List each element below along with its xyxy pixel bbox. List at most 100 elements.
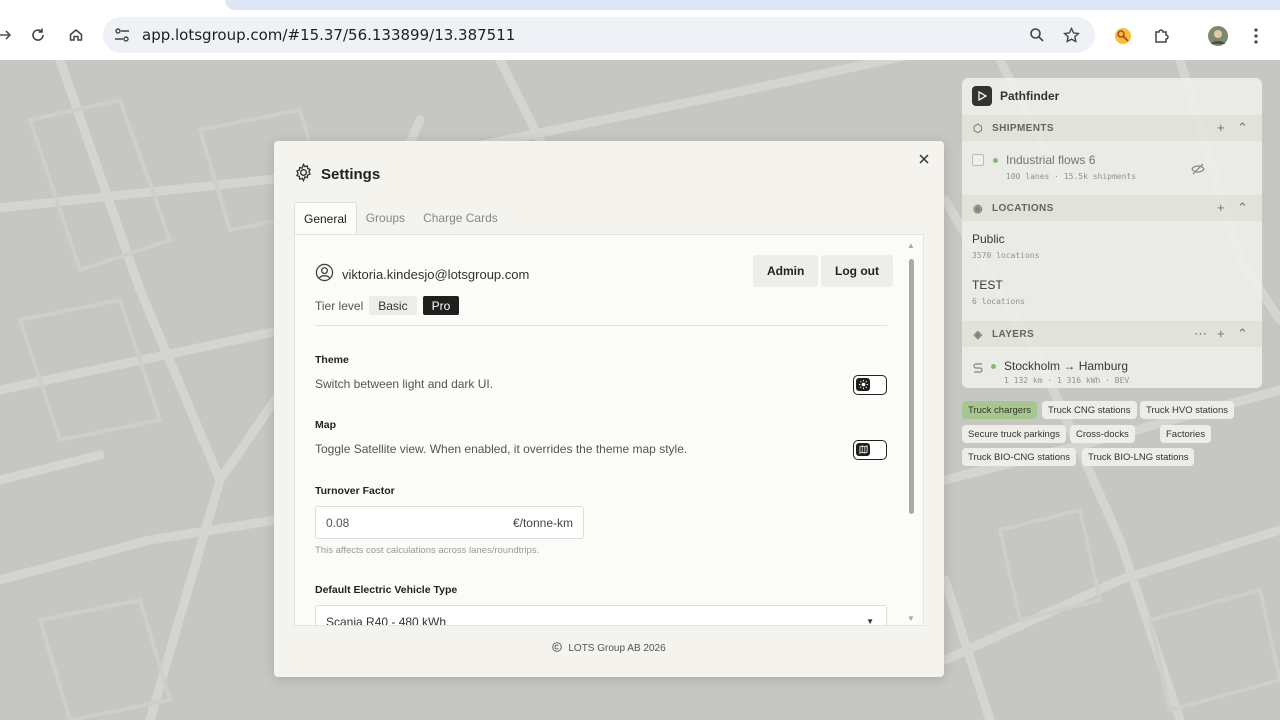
more-icon[interactable]: ⋯ <box>1194 326 1207 342</box>
chip-truck-chargers[interactable]: Truck chargers <box>962 401 1037 419</box>
tab-groups[interactable]: Groups <box>357 202 414 234</box>
tab-strip <box>0 0 1280 10</box>
location-subtitle: 3570 locations <box>972 251 1040 260</box>
theme-label: Theme <box>315 354 349 366</box>
chip-secure-parkings[interactable]: Secure truck parkings <box>962 425 1066 443</box>
scroll-up-icon[interactable]: ▲ <box>907 241 915 250</box>
extension-badge-icon[interactable] <box>1111 24 1135 48</box>
shipment-title[interactable]: Industrial flows 6 <box>1006 153 1095 167</box>
theme-description: Switch between light and dark UI. <box>315 377 494 391</box>
chip-bio-cng[interactable]: Truck BIO-CNG stations <box>962 448 1077 466</box>
layers-icon: ◈ <box>973 328 983 341</box>
browser-toolbar: app.lotsgroup.com/#15.37/56.133899/13.38… <box>0 10 1280 60</box>
sun-icon <box>856 378 870 391</box>
section-header-locations[interactable]: ◉ LOCATIONS + ⌃ <box>962 195 1262 221</box>
general-tab-content[interactable]: viktoria.kindesjo@lotsgroup.com Admin Lo… <box>294 234 924 626</box>
map-icon <box>856 443 870 456</box>
turnover-value[interactable]: 0.08 <box>326 516 349 530</box>
scroll-down-icon[interactable]: ▼ <box>907 614 915 623</box>
status-dot <box>993 158 998 163</box>
turnover-hint: This affects cost calculations across la… <box>315 545 540 556</box>
settings-tabs: General Groups Charge Cards <box>294 202 507 234</box>
logout-button[interactable]: Log out <box>821 255 893 287</box>
gear-icon <box>294 162 313 186</box>
section-title: LAYERS <box>992 328 1035 340</box>
tier-pro-option[interactable]: Pro <box>422 296 460 315</box>
chevron-up-icon[interactable]: ⌃ <box>1237 120 1248 136</box>
chevron-down-icon[interactable]: ▼ <box>866 617 874 625</box>
add-icon[interactable]: + <box>1217 120 1225 135</box>
tier-basic-option[interactable]: Basic <box>369 296 417 315</box>
turnover-unit: €/tonne-km <box>512 516 573 530</box>
section-title: SHIPMENTS <box>992 122 1054 134</box>
modal-header: Settings <box>294 162 381 186</box>
url-text[interactable]: app.lotsgroup.com/#15.37/56.133899/13.38… <box>142 26 515 44</box>
turnover-label: Turnover Factor <box>315 485 395 497</box>
tier-level: Tier level Basic Pro <box>315 296 460 315</box>
puzzle-icon[interactable] <box>1150 24 1174 48</box>
theme-toggle[interactable] <box>853 375 887 395</box>
chip-truck-hvo[interactable]: Truck HVO stations <box>1140 401 1235 419</box>
satellite-toggle[interactable] <box>853 440 887 460</box>
shipment-checkbox[interactable] <box>972 154 984 166</box>
admin-button[interactable]: Admin <box>753 255 819 287</box>
pathfinder-logo-icon <box>972 86 992 106</box>
user-icon <box>315 263 334 285</box>
eye-off-icon[interactable] <box>1191 162 1205 180</box>
active-tab-tint <box>225 0 1280 10</box>
layer-subtitle: 1 132 km · 1 316 kWh · BEV <box>1004 376 1130 385</box>
reload-icon[interactable] <box>27 24 49 46</box>
address-bar[interactable]: app.lotsgroup.com/#15.37/56.133899/13.38… <box>103 17 1095 53</box>
home-icon[interactable] <box>65 24 87 46</box>
pathfinder-panel: Pathfinder ⬡ SHIPMENTS + ⌃ Industrial fl… <box>962 78 1262 388</box>
ev-type-label: Default Electric Vehicle Type <box>315 584 458 596</box>
chip-bio-lng[interactable]: Truck BIO-LNG stations <box>1082 448 1195 466</box>
modal-footer: LOTS Group AB 2026 <box>274 642 944 655</box>
tune-icon[interactable] <box>113 26 131 44</box>
ev-type-select[interactable]: Scania R40 - 480 kWh ▼ <box>315 605 887 625</box>
location-title[interactable]: TEST <box>972 278 1003 292</box>
map-label: Map <box>315 419 336 431</box>
section-header-layers[interactable]: ◈ LAYERS ⋯ + ⌃ <box>962 321 1262 347</box>
add-icon[interactable]: + <box>1217 200 1225 215</box>
ev-type-value[interactable]: Scania R40 - 480 kWh <box>326 615 446 625</box>
tab-general[interactable]: General <box>294 202 357 234</box>
chevron-up-icon[interactable]: ⌃ <box>1237 326 1248 342</box>
modal-title: Settings <box>321 166 381 183</box>
layer-title[interactable]: Stockholm → Hamburg <box>1004 359 1128 373</box>
status-dot <box>991 364 996 369</box>
chip-factories[interactable]: Factories <box>1160 425 1212 443</box>
close-icon[interactable] <box>914 149 934 169</box>
scrollbar[interactable]: ▲ ▼ <box>905 241 917 623</box>
route-icon <box>972 361 984 379</box>
chip-cross-docks[interactable]: Cross-docks <box>1070 425 1135 443</box>
copyright-icon <box>552 642 563 655</box>
chevron-up-icon[interactable]: ⌃ <box>1237 200 1248 216</box>
forward-icon[interactable] <box>0 24 16 46</box>
shipment-subtitle: 100 lanes · 15.5k shipments <box>1006 172 1137 181</box>
section-title: LOCATIONS <box>992 202 1054 214</box>
turnover-input[interactable]: 0.08 €/tonne-km <box>315 506 584 539</box>
tab-charge-cards[interactable]: Charge Cards <box>414 202 507 234</box>
location-subtitle: 6 locations <box>972 297 1025 306</box>
box-icon: ⬡ <box>972 122 983 135</box>
user-email: viktoria.kindesjo@lotsgroup.com <box>342 266 530 282</box>
settings-modal: Settings General Groups Charge Cards vik… <box>274 141 944 677</box>
scroll-thumb[interactable] <box>909 259 914 514</box>
kebab-icon[interactable] <box>1244 24 1268 48</box>
section-header-shipments[interactable]: ⬡ SHIPMENTS + ⌃ <box>962 115 1262 141</box>
divider <box>315 325 887 326</box>
chip-truck-cng[interactable]: Truck CNG stations <box>1042 401 1137 419</box>
tier-label: Tier level <box>315 298 364 313</box>
footer-text: LOTS Group AB 2026 <box>568 643 666 654</box>
star-icon[interactable] <box>1061 25 1081 45</box>
avatar[interactable] <box>1206 24 1230 48</box>
pin-icon: ◉ <box>973 202 983 215</box>
zoom-icon[interactable] <box>1027 25 1047 45</box>
app-name: Pathfinder <box>1000 89 1060 103</box>
map-description: Toggle Satellite view. When enabled, it … <box>315 442 688 456</box>
add-icon[interactable]: + <box>1217 326 1225 341</box>
user-row: viktoria.kindesjo@lotsgroup.com <box>315 263 529 285</box>
location-title[interactable]: Public <box>972 232 1005 246</box>
app-brand: Pathfinder <box>972 86 1059 106</box>
